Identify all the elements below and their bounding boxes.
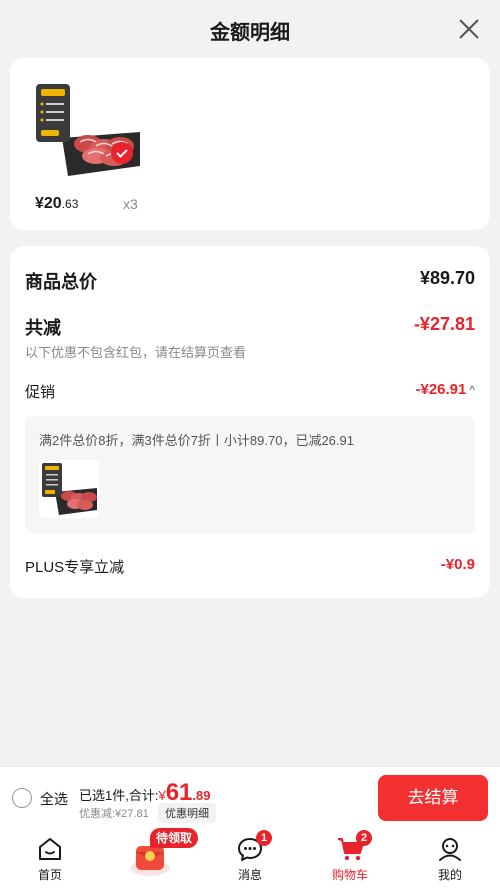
chevron-up-icon[interactable]: ^ xyxy=(469,383,475,397)
coupon-badge: 待领取 xyxy=(150,828,199,848)
total-value: ¥89.70 xyxy=(419,268,475,288)
selected-text: 已选1件,合计: xyxy=(79,788,159,803)
price-detail-card: 商品总价 ¥89.70 共减 -¥27.81 以下优惠不包含红包，请在结算页查看… xyxy=(10,246,490,598)
plus-value: -¥0.9 xyxy=(440,556,475,573)
discount-value: -¥27.81 xyxy=(413,314,475,334)
nav-coupon[interactable]: 待领取 xyxy=(100,828,200,888)
bottom-nav: 首页 待领取 1 消息 2 购物车 我的 xyxy=(0,828,500,888)
product-quantity: x3 xyxy=(123,196,138,212)
nav-mine[interactable]: 我的 xyxy=(400,828,500,888)
promo-label: 促销 xyxy=(25,384,56,401)
discount-row: 共减 -¥27.81 xyxy=(25,314,475,338)
nav-messages-label: 消息 xyxy=(237,868,262,882)
product-price: ¥20.63 xyxy=(35,195,78,213)
product-card: ¥20.63 x3 xyxy=(10,58,490,230)
promo-description: 满2件总价8折，满3件总价7折丨小计89.70，已减26.91 xyxy=(39,433,354,448)
nav-mine-label: 我的 xyxy=(437,868,462,882)
total-cents: .89 xyxy=(192,788,211,803)
promo-product-image xyxy=(39,460,99,518)
profile-icon xyxy=(439,838,461,861)
header: 金额明细 xyxy=(0,0,500,58)
checkout-bar: 全选 已选1件,合计:¥61.89 优惠减:¥27.81 优惠明细 去结算 xyxy=(0,766,500,828)
close-icon[interactable] xyxy=(458,18,480,40)
plus-discount-row: PLUS专享立减 -¥0.9 xyxy=(25,556,475,580)
nav-cart-label: 购物车 xyxy=(331,868,368,882)
plus-label: PLUS专享立减 xyxy=(25,559,125,576)
discount-label: 共减 xyxy=(25,318,61,338)
select-all-radio[interactable] xyxy=(12,788,32,808)
promo-row[interactable]: 促销 -¥26.91 ^ xyxy=(25,381,475,405)
select-all-label[interactable]: 全选 xyxy=(40,789,68,809)
total-row: 商品总价 ¥89.70 xyxy=(25,268,475,292)
promo-value: -¥26.91 ^ xyxy=(415,381,475,398)
price-cents: .63 xyxy=(61,197,79,211)
page-title: 金额明细 xyxy=(210,22,290,44)
discount-detail-button[interactable]: 优惠明细 xyxy=(158,803,216,823)
discount-summary: 优惠减:¥27.81 xyxy=(79,808,149,820)
nav-messages[interactable]: 1 消息 xyxy=(200,828,300,888)
total-big: 61 xyxy=(165,779,193,806)
promo-detail-box: 满2件总价8折，满3件总价7折丨小计89.70，已减26.91 xyxy=(25,416,475,534)
checked-icon[interactable] xyxy=(111,142,133,164)
cart-badge: 2 xyxy=(356,830,372,846)
total-label: 商品总价 xyxy=(25,272,97,292)
checkout-button[interactable]: 去结算 xyxy=(378,775,488,821)
messages-badge: 1 xyxy=(256,830,272,846)
price-yen: ¥20 xyxy=(35,195,62,212)
total-yen: ¥ xyxy=(158,788,166,803)
nav-home[interactable]: 首页 xyxy=(0,828,100,888)
product-image[interactable] xyxy=(32,80,142,180)
nav-home-label: 首页 xyxy=(37,868,62,882)
discount-note: 以下优惠不包含红包，请在结算页查看 xyxy=(25,345,247,360)
nav-cart[interactable]: 2 购物车 xyxy=(300,828,400,888)
home-icon xyxy=(39,838,61,860)
